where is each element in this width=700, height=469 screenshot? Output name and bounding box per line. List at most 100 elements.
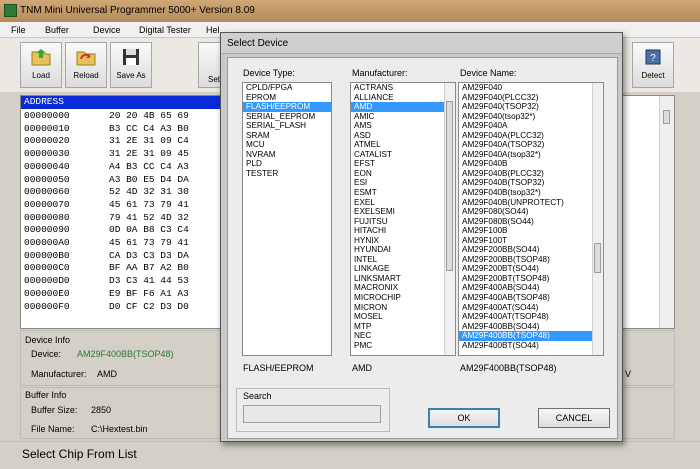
- device-type-item[interactable]: FLASH/EEPROM: [243, 102, 331, 112]
- ok-button[interactable]: OK: [428, 408, 500, 428]
- device-name-item[interactable]: AM29F100B: [459, 226, 603, 236]
- hex-scroll-thumb[interactable]: [663, 110, 670, 124]
- manufacturer-item[interactable]: INTEL: [351, 255, 455, 265]
- manufacturer-item[interactable]: FUJITSU: [351, 217, 455, 227]
- manufacturer-item[interactable]: EXEL: [351, 198, 455, 208]
- manufacturer-item[interactable]: ALLIANCE: [351, 93, 455, 103]
- menu-digital-tester[interactable]: Digital Tester: [139, 25, 191, 35]
- manufacturer-item[interactable]: PMC: [351, 341, 455, 351]
- device-name-item[interactable]: AM29F040(tsop32*): [459, 112, 603, 122]
- manufacturer-item[interactable]: ACTRANS: [351, 83, 455, 93]
- device-type-item[interactable]: CPLD/FPGA: [243, 83, 331, 93]
- hex-row-address: 00000030: [24, 148, 70, 160]
- device-name-item[interactable]: AM29F400BT(SO44): [459, 341, 603, 351]
- device-name-item[interactable]: AM29F100T: [459, 236, 603, 246]
- manufacturer-item[interactable]: HYUNDAI: [351, 245, 455, 255]
- selected-device-text: AM29F400BB(TSOP48): [460, 363, 557, 373]
- device-type-item[interactable]: PLD: [243, 159, 331, 169]
- device-name-item[interactable]: AM29F040A(tsop32*): [459, 150, 603, 160]
- manufacturer-item[interactable]: HITACHI: [351, 226, 455, 236]
- device-name-scrollbar[interactable]: [592, 83, 603, 355]
- device-type-item[interactable]: SRAM: [243, 131, 331, 141]
- manufacturer-list[interactable]: ACTRANS ALLIANCE AMD AMIC AMS ASD ATMEL CATALIS…: [350, 82, 456, 356]
- manufacturer-scrollbar[interactable]: [444, 83, 455, 355]
- menu-file[interactable]: File: [11, 25, 26, 35]
- manufacturer-item[interactable]: ESMT: [351, 188, 455, 198]
- device-type-item[interactable]: MCU: [243, 140, 331, 150]
- cancel-button[interactable]: CANCEL: [538, 408, 610, 428]
- save-as-button[interactable]: Save As: [110, 42, 152, 88]
- device-info-right-text: V: [625, 369, 632, 379]
- manufacturer-item[interactable]: LINKAGE: [351, 264, 455, 274]
- status-text: Select Chip From List: [22, 447, 137, 461]
- device-type-list[interactable]: CPLD/FPGA EPROM FLASH/EEPROM SERIAL_EEPROM S…: [242, 82, 332, 356]
- manufacturer-item[interactable]: MICRON: [351, 303, 455, 313]
- device-name-item[interactable]: AM29F040B(UNPROTECT): [459, 198, 603, 208]
- device-name-item[interactable]: AM29F400AB(SO44): [459, 283, 603, 293]
- device-type-item[interactable]: SERIAL_EEPROM: [243, 112, 331, 122]
- menu-help[interactable]: Help: [206, 25, 220, 35]
- device-name-list[interactable]: AM29F040 AM29F040(PLCC32) AM29F040(TSOP32)…: [458, 82, 604, 356]
- manufacturer-item[interactable]: ASD: [351, 131, 455, 141]
- dialog-titlebar[interactable]: Select Device: [221, 33, 622, 54]
- manufacturer-item[interactable]: EFST: [351, 159, 455, 169]
- manufacturer-item[interactable]: CATALIST: [351, 150, 455, 160]
- device-name-item[interactable]: AM29F040(TSOP32): [459, 102, 603, 112]
- device-name-item[interactable]: AM29F040B(PLCC32): [459, 169, 603, 179]
- device-name-scroll-thumb[interactable]: [594, 243, 601, 273]
- manufacturer-item[interactable]: HYNIX: [351, 236, 455, 246]
- device-name-item[interactable]: AM29F400BB(TSOP48): [459, 331, 603, 341]
- manufacturer-item[interactable]: EON: [351, 169, 455, 179]
- manufacturer-item[interactable]: EXELSEMI: [351, 207, 455, 217]
- menu-buffer[interactable]: Buffer: [45, 25, 69, 35]
- device-name-item[interactable]: AM29F040(PLCC32): [459, 93, 603, 103]
- device-name-item[interactable]: AM29F200BT(TSOP48): [459, 274, 603, 284]
- hex-row-address: 000000F0: [24, 300, 70, 312]
- device-name-item[interactable]: AM29F400AT(SO44): [459, 303, 603, 313]
- manufacturer-item[interactable]: AMIC: [351, 112, 455, 122]
- device-name-item[interactable]: AM29F400AB(TSOP48): [459, 293, 603, 303]
- hex-row-address: 00000010: [24, 122, 70, 134]
- device-name-item[interactable]: AM29F080(SO44): [459, 207, 603, 217]
- device-name-item[interactable]: AM29F080B(SO44): [459, 217, 603, 227]
- setup-button[interactable]: Set: [198, 42, 222, 88]
- device-name-item[interactable]: AM29F040B: [459, 159, 603, 169]
- manufacturer-item[interactable]: LINKSMART: [351, 274, 455, 284]
- buffer-info-title: Buffer Info: [25, 390, 67, 400]
- device-name-item[interactable]: AM29F400BB(SO44): [459, 322, 603, 332]
- reload-button[interactable]: Reload: [65, 42, 107, 88]
- device-type-item[interactable]: NVRAM: [243, 150, 331, 160]
- detect-label: Detect: [641, 71, 665, 80]
- device-name-item[interactable]: AM29F200BB(SO44): [459, 245, 603, 255]
- device-name-item[interactable]: AM29F040B(TSOP32): [459, 178, 603, 188]
- hex-row-bytes: D3 C3 41 44 53: [109, 275, 189, 287]
- device-name-item[interactable]: AM29F200BB(TSOP48): [459, 255, 603, 265]
- manufacturer-item[interactable]: MICROCHIP: [351, 293, 455, 303]
- menu-device[interactable]: Device: [93, 25, 121, 35]
- manufacturer-item[interactable]: MACRONIX: [351, 283, 455, 293]
- manufacturer-item[interactable]: ATMEL: [351, 140, 455, 150]
- device-name-item[interactable]: AM29F040B(tsop32*): [459, 188, 603, 198]
- device-name-item[interactable]: AM29F040A(PLCC32): [459, 131, 603, 141]
- manufacturer-item[interactable]: MOSEL: [351, 312, 455, 322]
- search-input[interactable]: [243, 405, 381, 423]
- detect-button[interactable]: ? Detect: [632, 42, 674, 88]
- device-name-item[interactable]: AM29F200BT(SO44): [459, 264, 603, 274]
- device-name-item[interactable]: AM29F040A: [459, 121, 603, 131]
- device-name-item[interactable]: AM29F040: [459, 83, 603, 93]
- manufacturer-item[interactable]: AMS: [351, 121, 455, 131]
- device-name-item[interactable]: AM29F400AT(TSOP48): [459, 312, 603, 322]
- device-type-item[interactable]: TESTER: [243, 169, 331, 179]
- manufacturer-value: AMD: [97, 369, 117, 379]
- manufacturer-item[interactable]: ESI: [351, 178, 455, 188]
- hex-row-bytes: 79 41 52 4D 32: [109, 211, 189, 223]
- manufacturer-item[interactable]: AMD: [351, 102, 455, 112]
- device-type-item[interactable]: EPROM: [243, 93, 331, 103]
- manufacturer-item[interactable]: MTP: [351, 322, 455, 332]
- device-type-item[interactable]: SERIAL_FLASH: [243, 121, 331, 131]
- manufacturer-item[interactable]: NEC: [351, 331, 455, 341]
- device-name-item[interactable]: AM29F040A(TSOP32): [459, 140, 603, 150]
- hex-scrollbar[interactable]: [659, 96, 674, 328]
- manufacturer-scroll-thumb[interactable]: [446, 101, 453, 271]
- load-button[interactable]: Load: [20, 42, 62, 88]
